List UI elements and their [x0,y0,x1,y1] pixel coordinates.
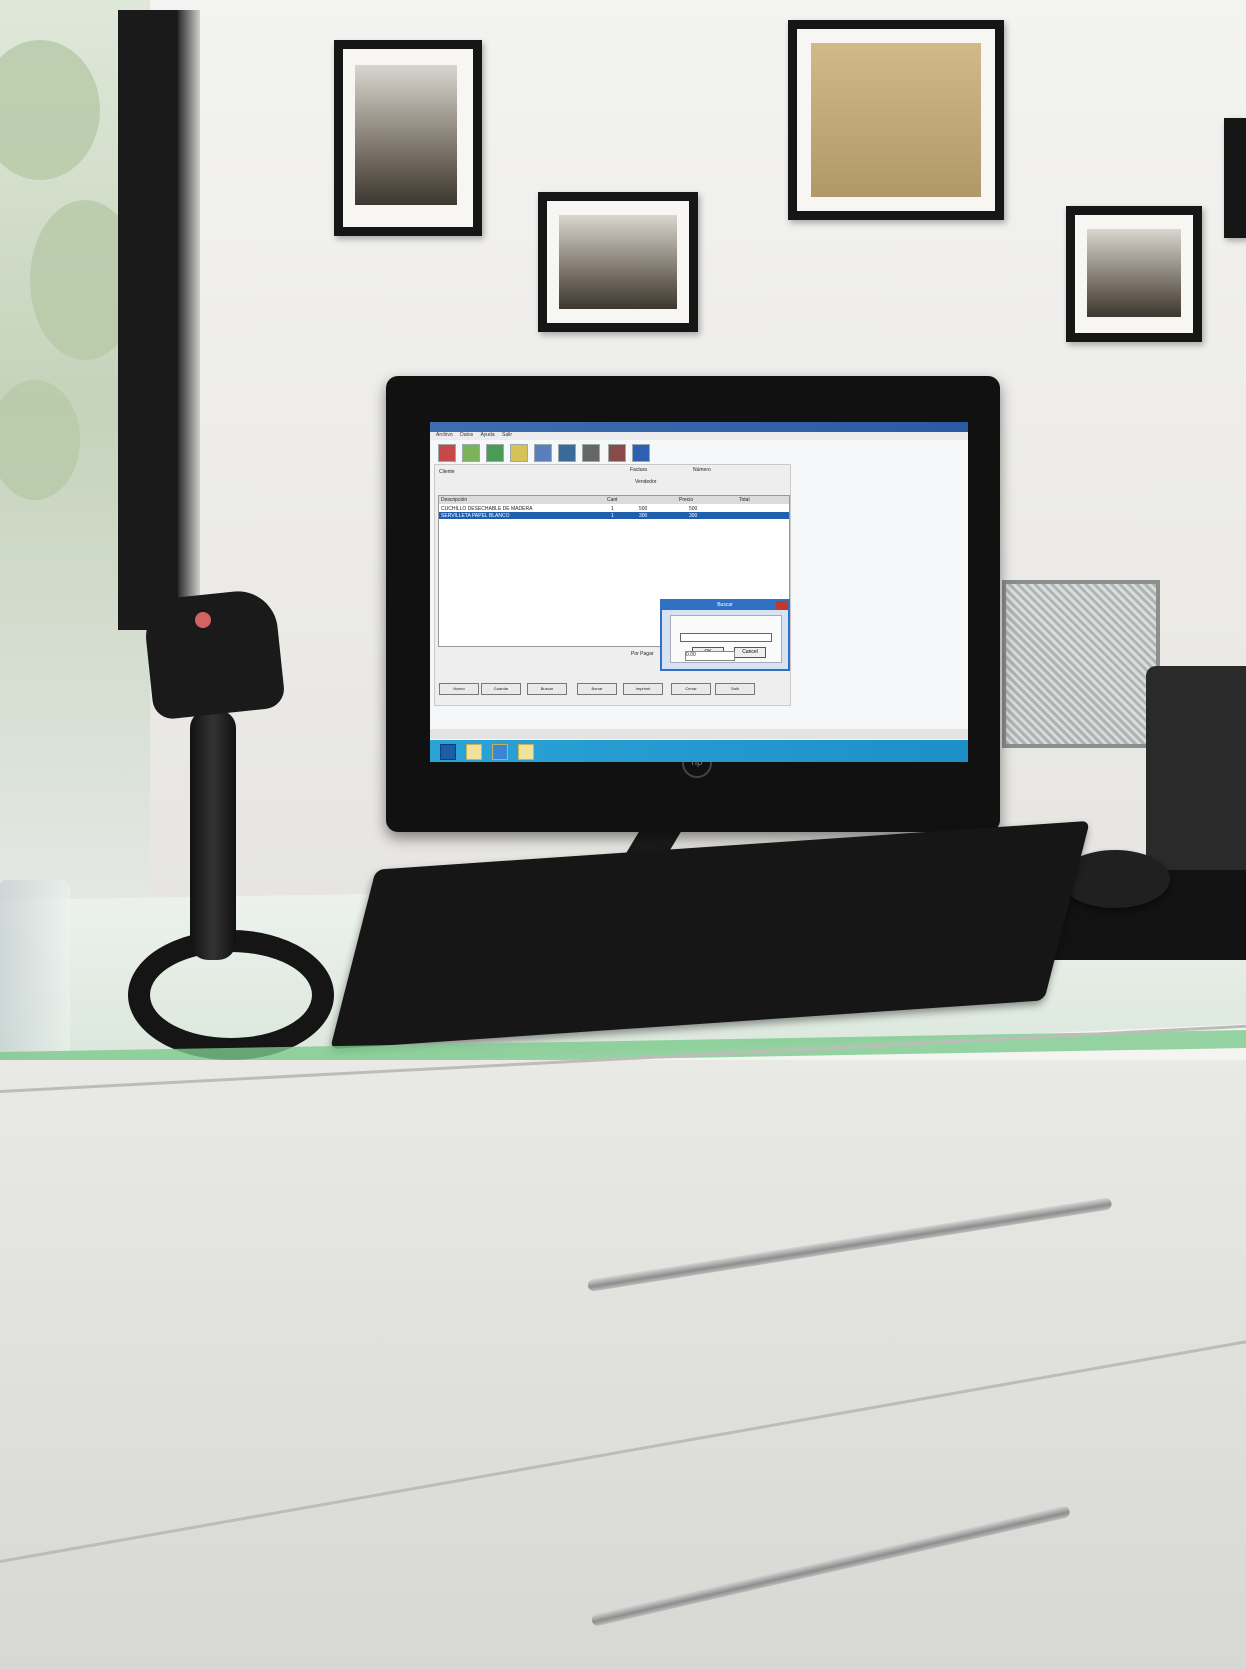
app-icon[interactable] [518,744,534,760]
factura-label: Factura [630,467,647,473]
form-button[interactable]: Cerrar [671,683,711,695]
total-value: 0.00 [685,651,735,661]
window-frame-edge [178,10,200,610]
app-titlebar [430,422,968,432]
wall-vent [1002,580,1160,748]
toolbar-icon[interactable] [608,444,626,462]
table-cell: SERVILLETA PAPEL BLANCO [441,513,510,519]
picture-frame [334,40,482,236]
barcode-scanner [142,587,286,721]
toolbar-icon[interactable] [632,444,650,462]
table-cell: 1 [611,513,614,519]
browser-icon[interactable] [492,744,508,760]
toolbar-icon[interactable] [534,444,552,462]
os-taskbar [430,740,968,762]
picture-frame [1066,206,1202,342]
drawer-handle [587,1197,1113,1292]
form-button[interactable]: Nuevo [439,683,479,695]
table-row[interactable]: SERVILLETA PAPEL BLANCO 1 300 300 [439,512,789,519]
sales-form: Cliente Factura Número Vendedor Descripc… [434,464,791,706]
picture-frame [1224,118,1246,238]
form-button[interactable]: Buscar [527,683,567,695]
picture-frame [788,20,1004,220]
window-frame [118,10,178,630]
printer [1146,666,1246,876]
menu-item[interactable]: Archivo [436,432,453,438]
menu-item[interactable]: Salir [502,432,512,438]
tree-foliage [0,40,100,180]
form-button[interactable]: Borrar [577,683,617,695]
drawer-seam [0,1334,1246,1563]
column-header: Cant [607,497,618,503]
dialog-search-input[interactable] [680,633,772,642]
tree-foliage [0,380,80,500]
table-cell: 300 [689,513,698,519]
form-button[interactable]: Imprimir [623,683,663,695]
picture-frame [538,192,698,332]
toolbar-icon[interactable] [510,444,528,462]
scanner-neck [190,710,236,960]
glass-jar [0,880,70,1060]
menu-item[interactable]: Datos [460,432,473,438]
column-header: Descripción [441,497,468,503]
dialog-title: Buscar [662,601,788,610]
vendedor-label: Vendedor [635,479,657,485]
scanner-lens-icon [195,612,211,628]
toolbar-icon[interactable] [558,444,576,462]
toolbar-icon[interactable] [582,444,600,462]
monitor-screen: Archivo Datos Ayuda Salir Cliente Factur… [430,422,968,762]
total-label: Por Pagar [631,651,654,657]
toolbar-icon[interactable] [486,444,504,462]
start-icon[interactable] [440,744,456,760]
form-button[interactable]: Salir [715,683,755,695]
menu-item[interactable]: Ayuda [481,432,495,438]
grid-header: Descripción Cant Precio Total [439,496,789,504]
column-header: Total [739,497,750,503]
form-button[interactable]: Guardar [481,683,521,695]
toolbar-icon[interactable] [438,444,456,462]
white-cabinet [0,1021,1246,1670]
app-toolbar [438,442,668,462]
table-row[interactable]: CUCHILLO DESECHABLE DE MADERA 1 500 500 [439,505,789,512]
drawer-handle [590,1504,1071,1627]
numero-label: Número [693,467,711,473]
app-menubar: Archivo Datos Ayuda Salir [430,432,968,440]
column-header: Precio [679,497,694,503]
toolbar-icon[interactable] [462,444,480,462]
dialog-cancel-button[interactable]: Cancel [734,647,766,658]
photo-scene: hp Archivo Datos Ayuda Salir Cliente Fac… [0,0,1246,1670]
folder-icon[interactable] [466,744,482,760]
app-statusline [430,729,968,739]
cliente-label: Cliente [439,469,455,475]
close-icon[interactable] [776,601,788,610]
table-cell: 300 [639,513,648,519]
